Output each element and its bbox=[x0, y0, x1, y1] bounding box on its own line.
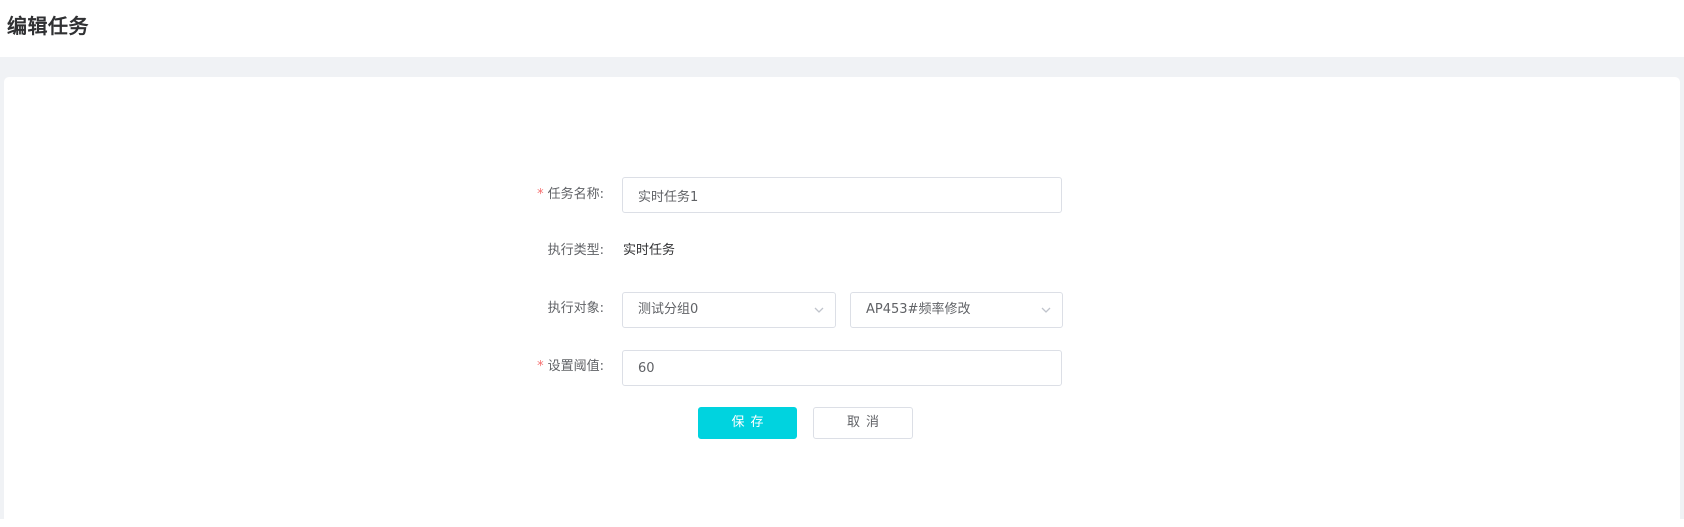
threshold-input[interactable] bbox=[622, 350, 1062, 386]
task-name-input[interactable] bbox=[622, 177, 1062, 213]
threshold-label-wrap: * 设置阈值: bbox=[484, 357, 604, 377]
required-mark: * bbox=[537, 359, 544, 374]
chevron-down-icon bbox=[1041, 307, 1051, 313]
exec-type-label: 执行类型: bbox=[547, 243, 604, 258]
task-select[interactable]: AP453#频率修改 bbox=[850, 292, 1063, 328]
task-name-label: 任务名称: bbox=[547, 187, 604, 202]
group-select-value: 测试分组0 bbox=[638, 302, 699, 317]
page-title: 编辑任务 bbox=[7, 14, 89, 38]
cancel-button[interactable]: 取消 bbox=[813, 407, 913, 439]
required-mark: * bbox=[537, 187, 544, 202]
page-header: 编辑任务 bbox=[0, 0, 1684, 57]
group-select[interactable]: 测试分组0 bbox=[622, 292, 836, 328]
save-button[interactable]: 保存 bbox=[698, 407, 797, 439]
chevron-down-icon bbox=[814, 307, 824, 313]
exec-type-value: 实时任务 bbox=[623, 243, 676, 258]
form-card: *任务名称: 执行类型: 实时任务 执行对象: 测试分组0 AP453#频率修改… bbox=[4, 77, 1680, 527]
task-name-label-wrap: * 任务名称: bbox=[484, 185, 604, 205]
exec-target-label: 执行对象: bbox=[547, 301, 604, 316]
task-select-value: AP453#频率修改 bbox=[866, 302, 971, 317]
page-body: *任务名称: 执行类型: 实时任务 执行对象: 测试分组0 AP453#频率修改… bbox=[0, 57, 1684, 527]
threshold-label: 设置阈值: bbox=[547, 359, 604, 374]
